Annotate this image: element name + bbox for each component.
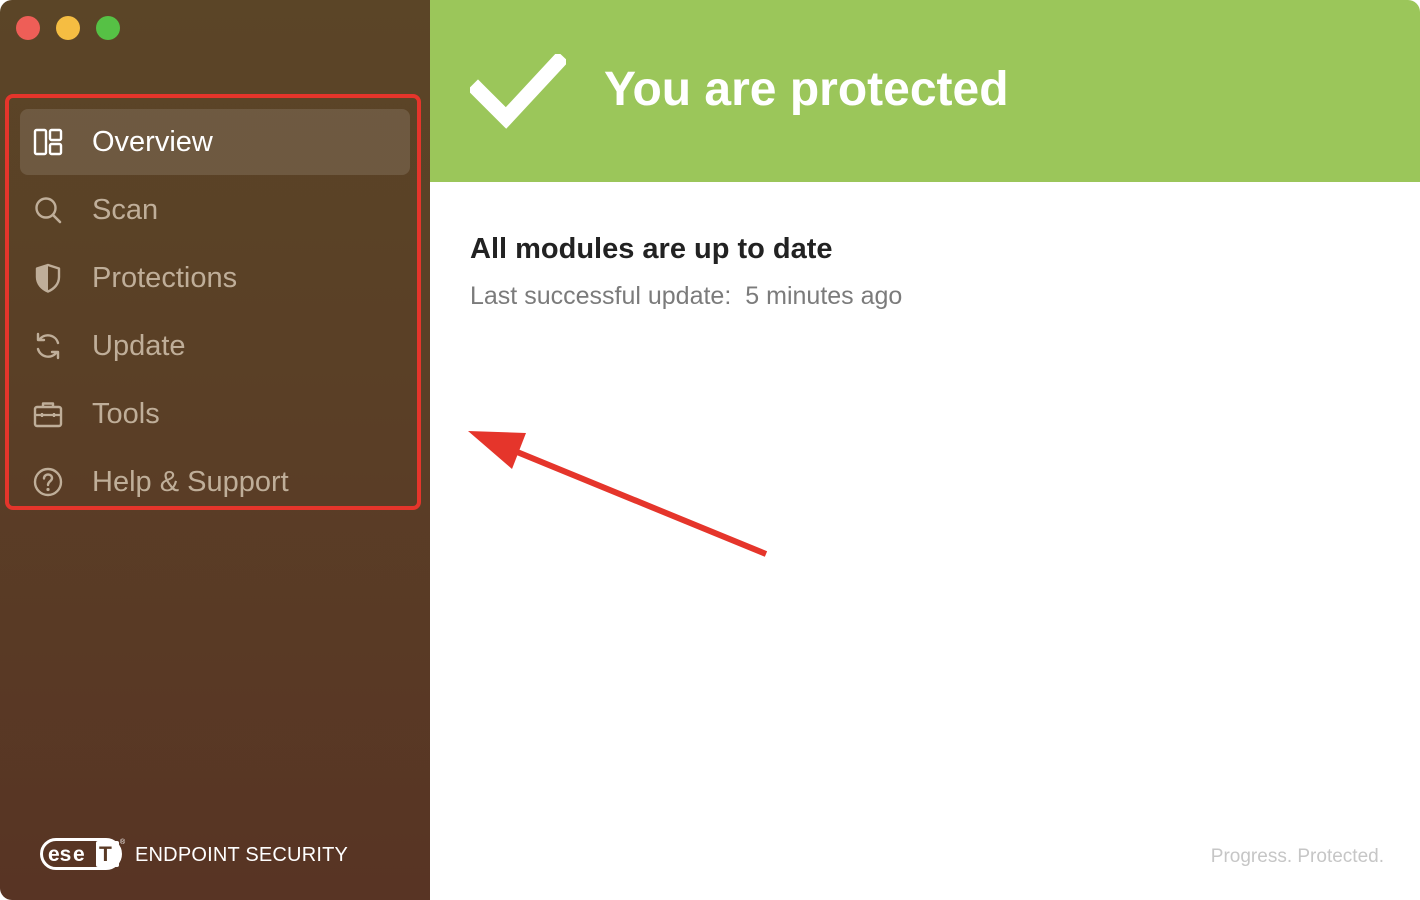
sidebar-item-label: Overview — [92, 126, 213, 158]
sidebar-item-update[interactable]: Update — [20, 313, 410, 379]
minimize-window-button[interactable] — [56, 16, 80, 40]
svg-text:es: es — [48, 843, 71, 866]
briefcase-icon — [33, 402, 63, 428]
product-name: ENDPOINT SECURITY — [135, 844, 349, 866]
protection-status-banner: You are protected — [430, 0, 1420, 182]
modules-status-title: All modules are up to date — [470, 233, 833, 265]
dashboard-icon — [33, 128, 63, 156]
tagline: Progress. Protected. — [1210, 846, 1384, 867]
last-update-info: Last successful update: 5 minutes ago — [470, 281, 902, 311]
last-update-value: 5 minutes ago — [745, 282, 903, 310]
main-content: You are protected All modules are up to … — [430, 0, 1420, 900]
protection-status-title: You are protected — [604, 63, 1009, 116]
sidebar-item-scan[interactable]: Scan — [20, 177, 410, 243]
sidebar-item-label: Help & Support — [92, 466, 289, 498]
sidebar-item-label: Protections — [92, 262, 238, 294]
zoom-window-button[interactable] — [96, 16, 120, 40]
last-update-label: Last successful update: — [470, 282, 732, 310]
svg-text:®: ® — [120, 838, 126, 846]
search-icon — [35, 197, 62, 224]
close-window-button[interactable] — [16, 16, 40, 40]
sidebar-item-label: Tools — [92, 398, 160, 430]
sidebar-item-protections[interactable]: Protections — [20, 245, 410, 311]
sidebar-item-tools[interactable]: Tools — [20, 381, 410, 447]
sidebar-item-label: Update — [92, 330, 186, 362]
sidebar: Overview Scan Protections Update Tools H… — [0, 0, 430, 900]
sidebar-item-label: Scan — [92, 194, 159, 226]
eset-logo: es e T ® — [40, 838, 126, 870]
svg-text:e: e — [73, 843, 85, 866]
app-window: Overview Scan Protections Update Tools H… — [0, 0, 1420, 900]
checkmark-icon — [470, 54, 566, 129]
help-circle-icon — [33, 467, 63, 497]
svg-text:T: T — [99, 843, 112, 866]
sidebar-item-help-support[interactable]: Help & Support — [20, 449, 410, 515]
sidebar-item-overview[interactable]: Overview — [20, 109, 410, 175]
refresh-icon — [36, 332, 60, 360]
shield-icon — [35, 263, 61, 293]
